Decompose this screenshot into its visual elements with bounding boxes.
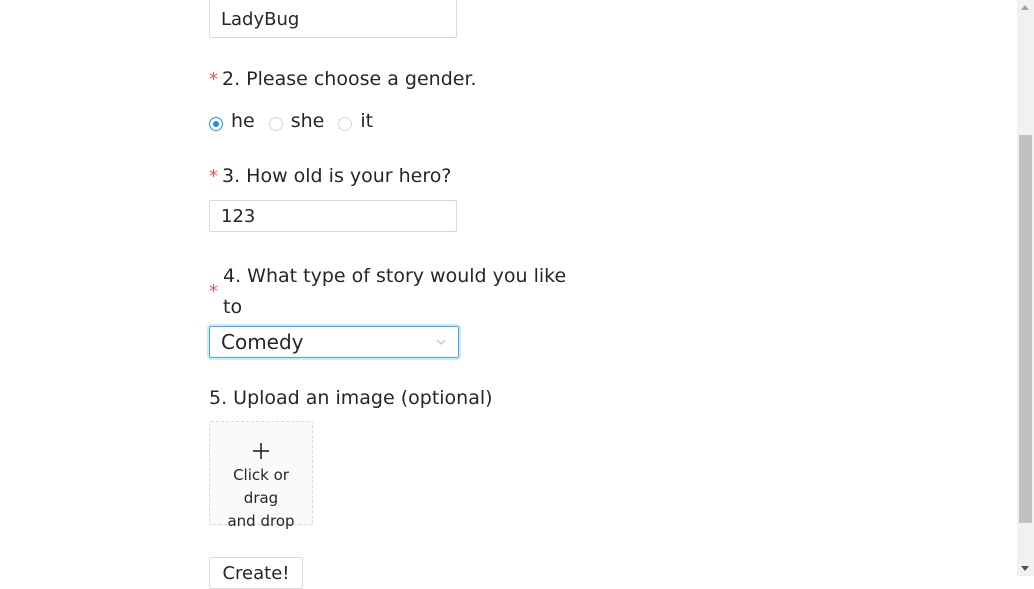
age-label: * 3. How old is your hero? [209,165,451,187]
age-value: 123 [221,206,256,227]
gender-label-text: 2. Please choose a gender. [222,68,477,90]
gender-radio-group: he she it [209,106,387,136]
scroll-up-icon[interactable] [1021,5,1029,10]
radio-label-he: he [231,110,255,132]
gender-option-it[interactable]: it [338,110,373,132]
chevron-down-icon [436,339,446,345]
vertical-scrollbar[interactable] [1017,0,1034,576]
scroll-down-icon[interactable] [1021,566,1029,571]
story-type-selected: Comedy [221,330,304,354]
plus-icon [253,443,269,459]
upload-label: 5. Upload an image (optional) [209,387,493,409]
required-mark: * [209,69,218,90]
required-mark: * [209,281,218,302]
radio-she[interactable] [268,117,283,131]
image-upload-dropzone[interactable]: Click or drag and drop [209,421,313,530]
upload-text-line1: Click or drag [233,466,289,507]
scrollbar-thumb[interactable] [1019,135,1032,523]
story-type-select[interactable]: Comedy [209,326,459,358]
radio-label-it: it [360,110,374,132]
create-button[interactable]: Create! [209,557,303,589]
gender-option-he[interactable]: he [209,110,255,132]
story-type-label-line1: 4. What type of story would you like to [223,265,567,318]
radio-it[interactable] [338,117,353,131]
upload-text-line2: and drop [227,512,295,530]
gender-option-she[interactable]: she [268,110,325,132]
age-input[interactable]: 123 [209,200,457,232]
radio-he[interactable] [209,117,223,131]
age-label-text: 3. How old is your hero? [222,165,452,187]
gender-label: * 2. Please choose a gender. [209,68,477,90]
hero-name-value: LadyBug [221,9,300,30]
radio-label-she: she [290,110,325,132]
required-mark: * [209,166,218,187]
hero-name-input[interactable]: LadyBug [209,0,457,38]
